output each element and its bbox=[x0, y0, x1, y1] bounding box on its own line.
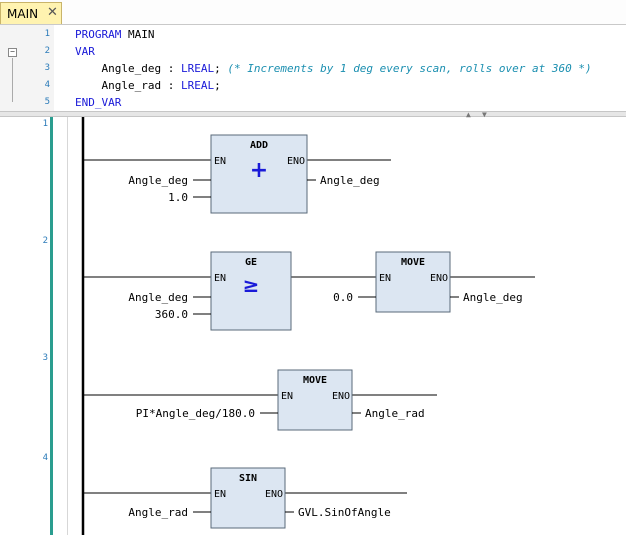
eno-pin: ENO bbox=[265, 489, 283, 500]
keyword: PROGRAM bbox=[75, 28, 128, 41]
line-number: 4 bbox=[44, 80, 50, 90]
close-icon[interactable]: ✕ bbox=[47, 5, 58, 20]
fold-guide bbox=[12, 58, 13, 102]
collapse-icon[interactable]: − bbox=[8, 48, 17, 57]
en-pin: EN bbox=[214, 273, 226, 284]
input-expression[interactable]: PI*Angle_deg/180.0 bbox=[136, 407, 255, 420]
eno-pin: ENO bbox=[332, 391, 350, 402]
block-name: MOVE bbox=[401, 257, 425, 268]
input-constant[interactable]: 0.0 bbox=[333, 291, 353, 304]
identifier: MAIN bbox=[127, 28, 155, 41]
en-pin: EN bbox=[214, 489, 226, 500]
greater-equal-icon: ≥ bbox=[243, 273, 260, 297]
input-constant[interactable]: 360.0 bbox=[155, 308, 188, 321]
input-variable[interactable]: Angle_deg bbox=[128, 174, 188, 187]
line-number: 1 bbox=[44, 29, 50, 39]
eno-pin: ENO bbox=[287, 156, 305, 167]
keyword: END_VAR bbox=[75, 96, 122, 109]
declaration-editor[interactable]: 1 2 3 4 5 − PROGRAM MAIN VAR Angle_deg : … bbox=[0, 25, 626, 111]
type-name: LREAL bbox=[180, 79, 215, 92]
network-4[interactable]: SIN EN ENO Angle_rad GVL.SinOfAngle bbox=[84, 467, 407, 529]
code-line[interactable]: Angle_rad : LREAL; bbox=[75, 79, 221, 92]
editor-tab-bar: MAIN ✕ bbox=[0, 0, 626, 25]
code-line[interactable]: END_VAR bbox=[75, 96, 121, 109]
line-number: 5 bbox=[44, 97, 50, 107]
block-name: ADD bbox=[250, 140, 268, 151]
block-name: MOVE bbox=[303, 375, 327, 386]
code-line[interactable]: PROGRAM MAIN bbox=[75, 28, 154, 41]
identifier: Angle_rad : bbox=[101, 79, 181, 92]
comment: (* Increments by 1 deg every scan, rolls… bbox=[227, 62, 592, 75]
identifier: Angle_deg : bbox=[101, 62, 181, 75]
network-2[interactable]: GE ≥ EN Angle_deg 360.0 MOVE EN ENO 0.0 … bbox=[84, 251, 535, 331]
output-variable[interactable]: Angle_deg bbox=[320, 174, 380, 187]
eno-pin: ENO bbox=[430, 273, 448, 284]
en-pin: EN bbox=[214, 156, 226, 167]
add-symbol-icon: + bbox=[250, 158, 268, 183]
tab-main[interactable]: MAIN ✕ bbox=[0, 2, 62, 24]
type-name: LREAL bbox=[180, 62, 215, 75]
en-pin: EN bbox=[281, 391, 293, 402]
block-name: SIN bbox=[239, 473, 257, 484]
network-1[interactable]: ADD + EN ENO Angle_deg 1.0 Angle_deg bbox=[84, 134, 391, 214]
ladder-diagram[interactable]: ADD + EN ENO Angle_deg 1.0 Angle_deg GE … bbox=[0, 117, 626, 535]
output-variable[interactable]: Angle_deg bbox=[463, 291, 523, 304]
keyword: VAR bbox=[75, 45, 95, 58]
output-variable[interactable]: GVL.SinOfAngle bbox=[298, 506, 391, 519]
network-3[interactable]: MOVE EN ENO PI*Angle_deg/180.0 Angle_rad bbox=[84, 369, 437, 431]
output-variable[interactable]: Angle_rad bbox=[365, 407, 425, 420]
block-name: GE bbox=[245, 257, 257, 268]
en-pin: EN bbox=[379, 273, 391, 284]
code-line[interactable]: Angle_deg : LREAL; (* Increments by 1 de… bbox=[75, 62, 592, 75]
identifier: ; bbox=[214, 62, 228, 75]
line-number-gutter: 1 2 3 4 5 − bbox=[0, 25, 54, 111]
code-line[interactable]: VAR bbox=[75, 45, 95, 58]
input-variable[interactable]: Angle_rad bbox=[128, 506, 188, 519]
input-variable[interactable]: Angle_deg bbox=[128, 291, 188, 304]
line-number: 3 bbox=[44, 63, 50, 73]
input-constant[interactable]: 1.0 bbox=[168, 191, 188, 204]
identifier: ; bbox=[214, 79, 221, 92]
tab-label: MAIN bbox=[7, 7, 39, 21]
